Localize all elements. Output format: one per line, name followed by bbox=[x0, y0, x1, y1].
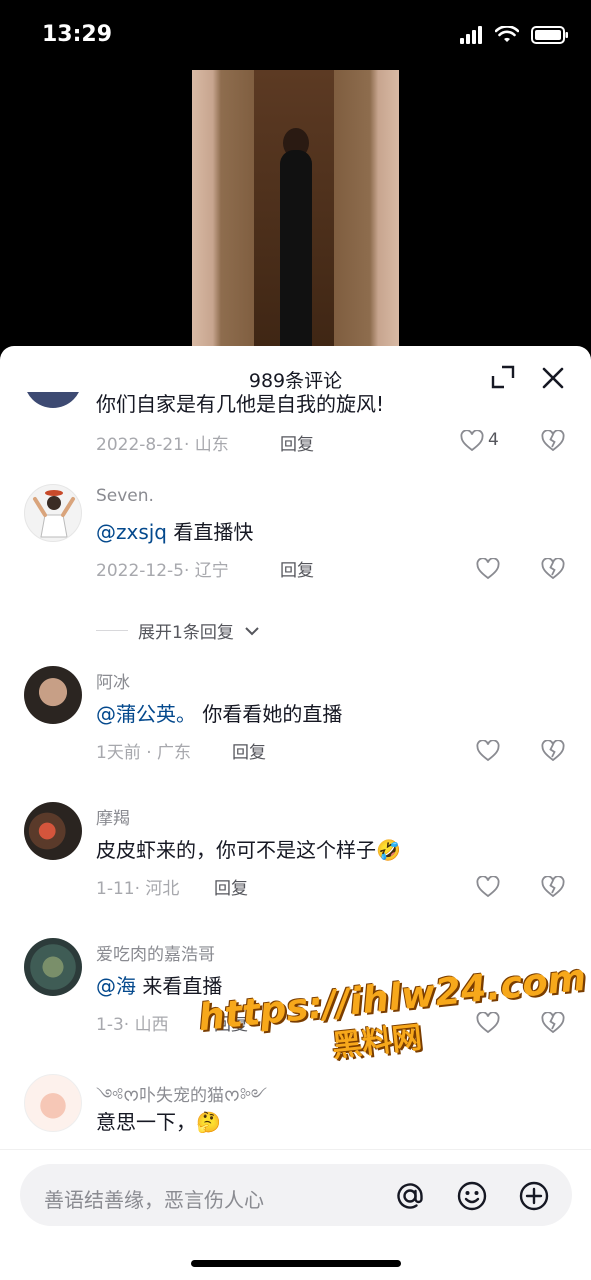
comment-text: 皮皮虾来的，你可不是这个样子🤣 bbox=[96, 838, 401, 862]
comment-input[interactable]: 善语结善缘，恶言伤人心 bbox=[20, 1164, 572, 1226]
reply-button[interactable]: 回复 bbox=[280, 556, 314, 581]
comment-item: 阿冰 @蒲公英。 你看看她的直播 1天前 · 广东 回复 bbox=[0, 666, 591, 796]
status-time: 13:29 bbox=[42, 22, 113, 47]
home-indicator[interactable] bbox=[191, 1260, 401, 1267]
comment-item: 你们自家是有几他是自我的旋风! 2022-8-21· 山东 回复 4 bbox=[0, 392, 591, 472]
comment-item: 摩羯 皮皮虾来的，你可不是这个样子🤣 1-11· 河北 回复 bbox=[0, 802, 591, 932]
heart-icon[interactable] bbox=[476, 558, 500, 580]
at-icon[interactable] bbox=[394, 1180, 426, 1212]
avatar[interactable] bbox=[24, 392, 82, 408]
reply-button[interactable]: 回复 bbox=[232, 738, 266, 763]
comment-meta: 2022-8-21· 山东 bbox=[96, 435, 229, 455]
broken-heart-icon[interactable] bbox=[541, 558, 565, 580]
mention-link[interactable]: @蒲公英。 bbox=[96, 702, 196, 726]
broken-heart-icon[interactable] bbox=[541, 876, 565, 898]
status-icons bbox=[459, 26, 569, 44]
signal-icon bbox=[460, 26, 482, 44]
heart-icon[interactable] bbox=[476, 740, 500, 762]
comment-text: @zxsjq 看直播快 bbox=[96, 516, 253, 545]
divider bbox=[96, 630, 128, 631]
comment-username[interactable]: 阿冰 bbox=[96, 668, 130, 693]
avatar[interactable] bbox=[24, 938, 82, 996]
heart-icon[interactable] bbox=[460, 430, 484, 452]
video-frame bbox=[192, 70, 399, 350]
avatar-figure-icon bbox=[33, 490, 75, 538]
video-person bbox=[280, 150, 312, 350]
reply-button[interactable]: 回复 bbox=[214, 874, 248, 899]
mention-link[interactable]: @zxsjq bbox=[96, 520, 167, 544]
comment-text: @海 来看直播 bbox=[96, 970, 222, 999]
emoji-icon[interactable] bbox=[456, 1180, 488, 1212]
comment-meta: 1-3· 山西 bbox=[96, 1015, 169, 1035]
comment-meta: 1-11· 河北 bbox=[96, 879, 180, 899]
video-player[interactable] bbox=[0, 60, 591, 360]
wifi-icon bbox=[495, 26, 519, 42]
comment-text: 意思一下，🤔 bbox=[96, 1110, 221, 1134]
avatar[interactable] bbox=[24, 484, 82, 542]
chevron-down-icon bbox=[245, 626, 259, 635]
expand-replies-label: 展开1条回复 bbox=[138, 623, 234, 643]
broken-heart-icon[interactable] bbox=[541, 740, 565, 762]
like-count: 4 bbox=[488, 430, 499, 450]
comment-text: @蒲公英。 你看看她的直播 bbox=[96, 698, 342, 727]
comment-body: 你看看她的直播 bbox=[196, 702, 343, 726]
comment-username[interactable]: 摩羯 bbox=[96, 804, 130, 829]
avatar[interactable] bbox=[24, 666, 82, 724]
battery-icon bbox=[531, 26, 568, 44]
comment-body: 看直播快 bbox=[167, 520, 254, 544]
plus-circle-icon[interactable] bbox=[518, 1180, 550, 1212]
input-placeholder: 善语结善缘，恶言伤人心 bbox=[44, 1188, 264, 1212]
avatar[interactable] bbox=[24, 1074, 82, 1132]
heart-icon[interactable] bbox=[476, 876, 500, 898]
comment-sheet: 989条评论 你们自家是有几他是自我的旋风! 2022-8-21· 山东 回复 … bbox=[0, 346, 591, 1280]
comment-text: 你们自家是有几他是自我的旋风! bbox=[96, 392, 385, 416]
comment-meta: 2022-12-5· 辽宁 bbox=[96, 561, 229, 581]
comment-username[interactable]: Seven. bbox=[96, 486, 154, 506]
mention-link[interactable]: @海 bbox=[96, 974, 136, 998]
comment-input-bar: 善语结善缘，恶言伤人心 bbox=[0, 1149, 591, 1280]
expand-icon[interactable] bbox=[490, 364, 516, 390]
comment-username[interactable]: 爱吃肉的嘉浩哥 bbox=[96, 940, 215, 965]
reply-button[interactable]: 回复 bbox=[280, 430, 314, 455]
comment-item: Seven. @zxsjq 看直播快 2022-12-5· 辽宁 回复 bbox=[0, 484, 591, 614]
comment-meta: 1天前 · 广东 bbox=[96, 743, 192, 763]
close-icon[interactable] bbox=[539, 364, 567, 392]
broken-heart-icon[interactable] bbox=[541, 430, 565, 452]
comment-item: ༺ᰔ卟失宠的猫ᰔ༻ 意思一下，🤔 bbox=[0, 1074, 591, 1152]
expand-replies-button[interactable]: 展开1条回复 bbox=[96, 618, 260, 643]
avatar[interactable] bbox=[24, 802, 82, 860]
